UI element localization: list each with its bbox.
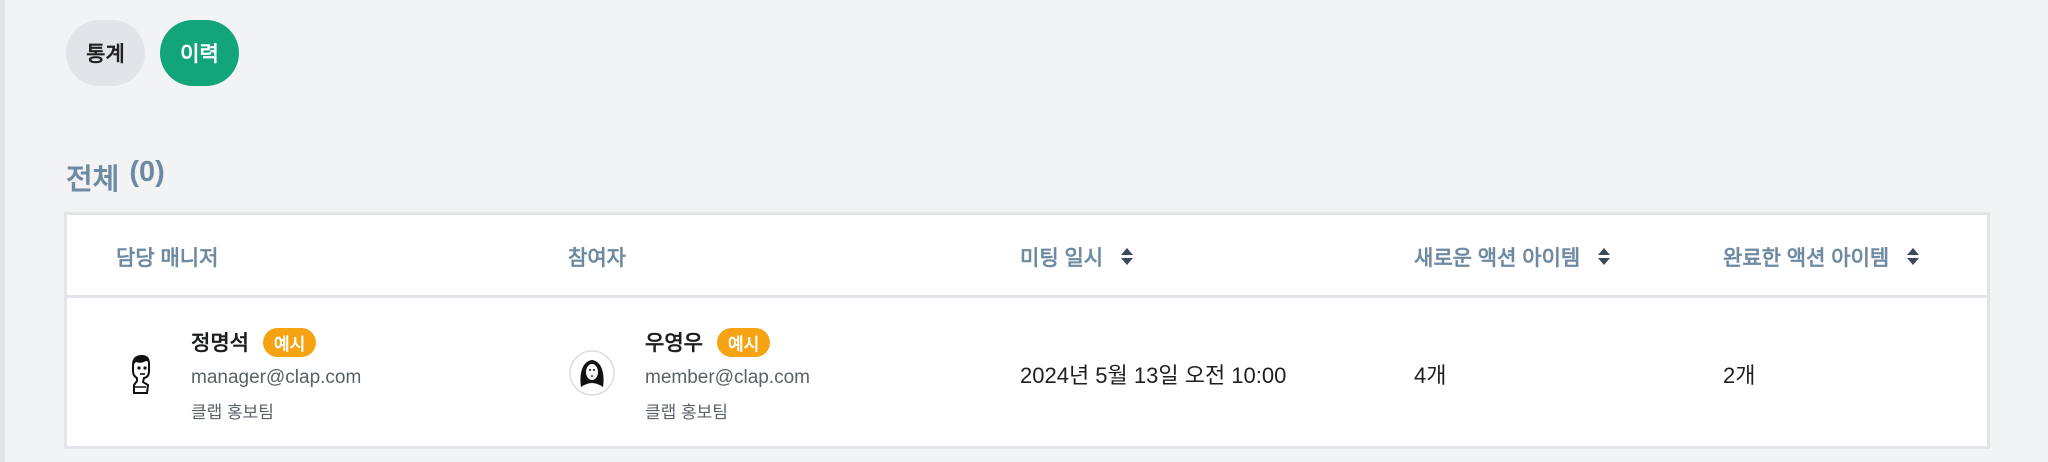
participant-name-line: 우영우 예시 bbox=[645, 327, 771, 357]
meeting-history-table: 담당 매니저 참여자 미팅 일시 새로운 액션 아이템 완료한 액션 아이템 정… bbox=[64, 212, 1990, 449]
manager-name-line: 정명석 예시 bbox=[191, 327, 317, 357]
participant-team: 클랩 홍보팀 bbox=[645, 403, 728, 422]
manager-name: 정명석 bbox=[191, 332, 249, 355]
manager-cell: 정명석 예시 manager@clap.com 클랩 홍보팀 bbox=[116, 301, 556, 446]
column-header-participant-label: 참여자 bbox=[568, 246, 626, 270]
new-action-items-cell: 4개 bbox=[1414, 362, 1447, 388]
section-title: 전체 (0) bbox=[66, 156, 165, 198]
participant-cell: 우영우 예시 member@clap.com 클랩 홍보팀 bbox=[568, 301, 1008, 446]
section-count: (0) bbox=[129, 156, 165, 188]
column-header-meeting-datetime-label: 미팅 일시 bbox=[1020, 246, 1104, 270]
example-badge: 예시 bbox=[716, 327, 771, 357]
manager-team: 클랩 홍보팀 bbox=[191, 403, 274, 422]
participant-name: 우영우 bbox=[645, 332, 703, 355]
manager-avatar bbox=[116, 349, 164, 397]
column-header-completed-action-items[interactable]: 완료한 액션 아이템 bbox=[1723, 215, 1920, 298]
column-header-manager: 담당 매니저 bbox=[116, 215, 218, 298]
left-border bbox=[0, 0, 5, 462]
column-header-completed-action-items-label: 완료한 액션 아이템 bbox=[1723, 246, 1890, 270]
column-header-participant: 참여자 bbox=[568, 215, 626, 298]
tab-history[interactable]: 이력 bbox=[160, 20, 239, 86]
completed-action-items-cell: 2개 bbox=[1723, 362, 1756, 388]
section-title-label: 전체 bbox=[66, 164, 120, 196]
sort-icon[interactable] bbox=[1121, 248, 1134, 265]
meeting-datetime-cell: 2024년 5월 13일 오전 10:00 bbox=[1020, 362, 1287, 388]
manager-email: manager@clap.com bbox=[191, 367, 362, 388]
participant-email: member@clap.com bbox=[645, 367, 810, 388]
table-row[interactable]: 정명석 예시 manager@clap.com 클랩 홍보팀 우영우 예시 me… bbox=[67, 301, 1987, 446]
participant-avatar bbox=[568, 349, 616, 397]
tab-statistics[interactable]: 통계 bbox=[66, 20, 145, 86]
example-badge: 예시 bbox=[262, 327, 317, 357]
column-header-meeting-datetime[interactable]: 미팅 일시 bbox=[1020, 215, 1134, 298]
sort-icon[interactable] bbox=[1598, 248, 1611, 265]
column-header-new-action-items[interactable]: 새로운 액션 아이템 bbox=[1414, 215, 1611, 298]
view-tabs: 통계 이력 bbox=[66, 20, 239, 86]
table-header: 담당 매니저 참여자 미팅 일시 새로운 액션 아이템 완료한 액션 아이템 bbox=[67, 215, 1987, 298]
column-header-new-action-items-label: 새로운 액션 아이템 bbox=[1414, 246, 1581, 270]
sort-icon[interactable] bbox=[1907, 248, 1920, 265]
column-header-manager-label: 담당 매니저 bbox=[116, 246, 219, 270]
